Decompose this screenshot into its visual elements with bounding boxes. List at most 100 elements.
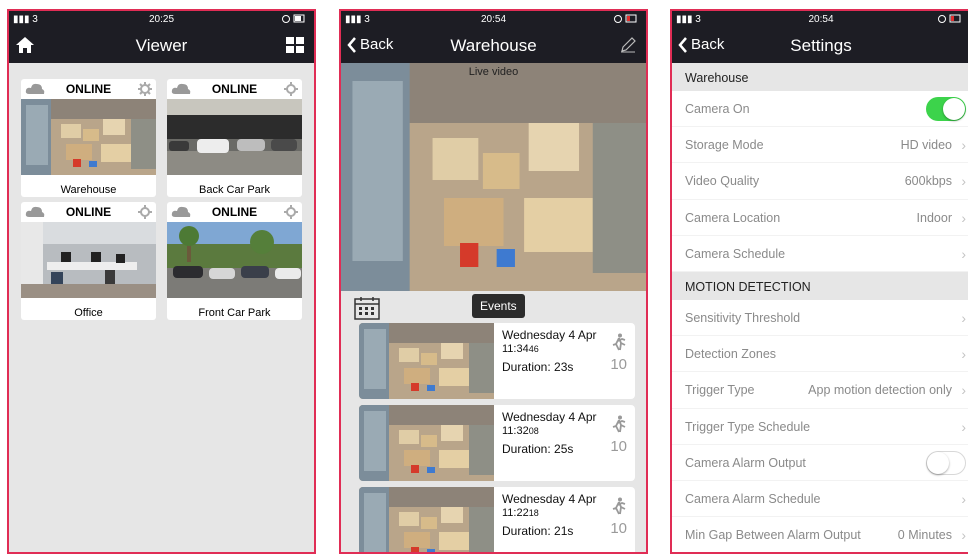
- setting-row-trigger-schedule[interactable]: Trigger Type Schedule ›: [672, 408, 968, 445]
- setting-row-detection-zones[interactable]: Detection Zones ›: [672, 336, 968, 373]
- cloud-icon: [171, 83, 191, 94]
- cloud-icon: [25, 206, 45, 217]
- camera-name: Back Car Park: [199, 184, 270, 196]
- calendar-icon[interactable]: [354, 296, 380, 320]
- alarm-output-toggle[interactable]: [926, 450, 966, 475]
- setting-label: Trigger Type Schedule: [685, 419, 811, 434]
- setting-label: Storage Mode: [685, 138, 764, 153]
- chevron-right-icon: ›: [961, 346, 966, 363]
- camera-tile-header: ONLINE: [167, 79, 302, 99]
- gear-icon[interactable]: [138, 82, 152, 96]
- setting-row-camera-schedule[interactable]: Camera Schedule ›: [672, 235, 968, 272]
- setting-value: Indoor: [916, 210, 952, 225]
- camera-tile-header: ONLINE: [21, 79, 156, 99]
- camera-tile-header: ONLINE: [167, 202, 302, 222]
- event-time-seconds: 18: [528, 508, 539, 518]
- running-person-icon: [612, 415, 626, 433]
- running-person-icon: [612, 497, 626, 515]
- chevron-right-icon: ›: [961, 382, 966, 399]
- camera-on-toggle[interactable]: [926, 97, 966, 121]
- setting-label: Trigger Type: [685, 383, 755, 398]
- camera-status: ONLINE: [211, 205, 258, 219]
- chevron-right-icon: ›: [961, 245, 966, 262]
- gear-icon[interactable]: [284, 205, 298, 219]
- event-count: 10: [610, 520, 627, 537]
- event-day: Wednesday 4 Apr: [502, 492, 597, 506]
- chevron-right-icon: ›: [961, 418, 966, 435]
- event-time: 11:3446: [502, 343, 539, 355]
- running-person-icon: [612, 333, 626, 351]
- event-thumbnail: [359, 487, 494, 554]
- event-thumbnail: [359, 405, 494, 481]
- edit-button[interactable]: [620, 37, 636, 58]
- live-video[interactable]: Live video: [341, 63, 646, 291]
- setting-row-alarm-schedule[interactable]: Camera Alarm Schedule ›: [672, 480, 968, 518]
- event-time: 11:3208: [502, 425, 539, 437]
- camera-thumbnail: [21, 222, 156, 298]
- event-duration: Duration: 25s: [502, 442, 574, 456]
- event-time-main: 11:22: [502, 507, 529, 519]
- chevron-right-icon: ›: [961, 137, 966, 154]
- setting-label: Camera Location: [685, 210, 781, 225]
- event-item[interactable]: Wednesday 4 Apr 11:2218 Duration: 21s 10: [359, 487, 635, 554]
- viewer-screen: ▮▮▮ 3 20:25 Viewer ONLINE Warehouse ONLI…: [7, 9, 316, 554]
- setting-label: Sensitivity Threshold: [685, 310, 801, 325]
- setting-value: HD video: [900, 138, 952, 153]
- battery-icon: [282, 13, 308, 27]
- event-time-seconds: 46: [528, 344, 539, 354]
- event-duration: Duration: 23s: [502, 360, 574, 374]
- section-title: Warehouse: [685, 71, 749, 85]
- setting-label: Camera On: [685, 102, 750, 116]
- section-header-motion: MOTION DETECTION: [672, 271, 968, 300]
- setting-row-sensitivity[interactable]: Sensitivity Threshold ›: [672, 299, 968, 337]
- status-time: 20:25: [148, 14, 175, 25]
- toggle-knob: [943, 98, 965, 120]
- camera-tile-back-car-park[interactable]: ONLINE Back Car Park: [167, 79, 302, 197]
- event-time: 11:2218: [502, 507, 539, 519]
- alarm-output-row: Camera Alarm Output: [672, 444, 968, 481]
- setting-row-camera-location[interactable]: Camera Location Indoor ›: [672, 199, 968, 236]
- setting-label: Video Quality: [685, 174, 760, 189]
- page-title: Viewer: [135, 36, 188, 55]
- live-video-label: Live video: [468, 66, 519, 78]
- cloud-icon: [171, 206, 191, 217]
- camera-status: ONLINE: [211, 82, 258, 96]
- camera-tile-office[interactable]: ONLINE Office: [21, 202, 156, 320]
- camera-on-row: Camera On: [672, 91, 968, 128]
- battery-icon: [938, 13, 964, 27]
- status-bar: ▮▮▮ 3 20:54: [672, 11, 968, 29]
- setting-row-video-quality[interactable]: Video Quality 600kbps ›: [672, 163, 968, 200]
- toggle-knob: [927, 451, 949, 474]
- camera-tile-front-car-park[interactable]: ONLINE Front Car Park: [167, 202, 302, 320]
- camera-status: ONLINE: [65, 205, 112, 219]
- camera-thumbnail: [167, 99, 302, 175]
- event-duration: Duration: 21s: [502, 524, 574, 538]
- setting-row-trigger-type[interactable]: Trigger Type App motion detection only ›: [672, 372, 968, 409]
- gear-icon[interactable]: [138, 205, 152, 219]
- status-time: 20:54: [480, 14, 507, 25]
- status-bar: ▮▮▮ 3 20:54: [341, 11, 646, 29]
- camera-tile-warehouse[interactable]: ONLINE Warehouse: [21, 79, 156, 197]
- event-day: Wednesday 4 Apr: [502, 328, 597, 342]
- setting-row-storage-mode[interactable]: Storage Mode HD video ›: [672, 127, 968, 164]
- events-label[interactable]: Events: [472, 294, 525, 318]
- camera-tile-header: ONLINE: [21, 202, 156, 222]
- battery-icon: [614, 13, 640, 27]
- setting-label: Camera Alarm Output: [685, 455, 806, 470]
- layout-button[interactable]: [286, 37, 304, 58]
- event-count: 10: [610, 438, 627, 455]
- event-item[interactable]: Wednesday 4 Apr 11:3446 Duration: 23s 10: [359, 323, 635, 399]
- camera-name: Office: [74, 307, 103, 319]
- gear-icon[interactable]: [284, 82, 298, 96]
- camera-name: Warehouse: [60, 184, 117, 196]
- settings-screen: ▮▮▮ 3 20:54 Back Settings Warehouse Came…: [670, 9, 968, 554]
- chevron-right-icon: ›: [961, 209, 966, 226]
- setting-label: Min Gap Between Alarm Output: [685, 528, 861, 543]
- setting-value: 0 Minutes: [897, 528, 952, 543]
- setting-row-min-gap[interactable]: Min Gap Between Alarm Output 0 Minutes ›: [672, 517, 968, 552]
- setting-label: Camera Schedule: [685, 246, 786, 261]
- chevron-right-icon: ›: [961, 490, 966, 507]
- pencil-icon: [621, 37, 636, 53]
- event-item[interactable]: Wednesday 4 Apr 11:3208 Duration: 25s 10: [359, 405, 635, 481]
- grid-layout-icon: [286, 37, 304, 53]
